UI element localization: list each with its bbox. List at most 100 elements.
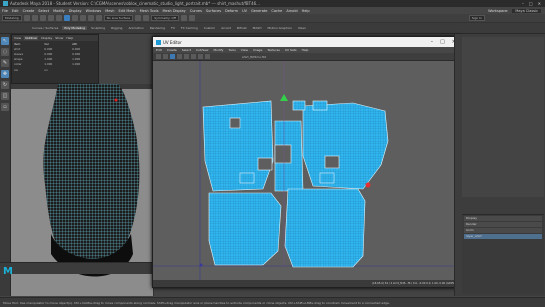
uv-menu-select[interactable]: Select (182, 48, 191, 52)
menu-surfaces[interactable]: Surfaces (206, 9, 221, 13)
new-scene-icon[interactable] (23, 15, 30, 21)
scale-tool-icon[interactable]: ◫ (1, 92, 9, 100)
lasso-tool-icon[interactable]: ◌ (1, 48, 9, 56)
live-surface-select[interactable]: No Live Surface (103, 15, 134, 21)
save-scene-icon[interactable] (39, 15, 46, 21)
outliner-tab-show[interactable]: Show (55, 36, 63, 40)
uv-menu-tools[interactable]: Tools (228, 48, 235, 52)
uv-canvas[interactable] (153, 61, 460, 281)
undo-icon[interactable] (47, 15, 54, 21)
menu-file[interactable]: File (2, 9, 8, 13)
symmetry-select[interactable]: Symmetry: Off (151, 15, 179, 21)
menu-modify[interactable]: Modify (53, 9, 65, 13)
minimize-icon[interactable]: – (431, 39, 434, 45)
uv-checker-icon[interactable] (177, 54, 182, 59)
select-object-icon[interactable] (71, 15, 78, 21)
channel-box[interactable] (462, 37, 544, 197)
uv-gamma-icon[interactable] (205, 54, 210, 59)
render-view-icon[interactable] (180, 15, 187, 21)
shelf-tab-arnold[interactable]: Arnold (219, 26, 233, 30)
shelf-tab-rendering[interactable]: Rendering (148, 26, 167, 30)
uv-image-icon[interactable] (191, 54, 196, 59)
uv-grid-icon[interactable] (156, 54, 161, 59)
menu-arnold[interactable]: Arnold (286, 9, 297, 13)
shelf-tab-poly[interactable]: Poly Modeling (62, 26, 88, 30)
shelf-tab-bifrost[interactable]: Bifrost (235, 26, 249, 30)
snap-curve-icon[interactable] (95, 15, 102, 21)
last-tool-icon[interactable]: ▫ (1, 103, 9, 111)
select-hierarchy-icon[interactable] (63, 15, 70, 21)
shelf-tab-fx[interactable]: FX (169, 26, 177, 30)
menu-create[interactable]: Create (23, 9, 35, 13)
snap-grid-icon[interactable] (87, 15, 94, 21)
close-icon[interactable]: ✕ (538, 1, 541, 6)
outliner-tab-help[interactable]: Help (66, 36, 73, 40)
uv-frame-icon[interactable] (163, 54, 168, 59)
shelf-tab-mash[interactable]: MASH (251, 26, 264, 30)
uv-menu-help[interactable]: Help (302, 48, 309, 52)
workspace-select[interactable]: Maya Classic (512, 8, 541, 13)
render-icon[interactable] (143, 15, 150, 21)
layer-item[interactable]: layer_shirt (464, 234, 542, 239)
table-row[interactable]: vis on (12, 67, 98, 72)
rotate-tool-icon[interactable]: ↻ (1, 81, 9, 89)
outliner-tab-display[interactable]: Display (41, 36, 52, 40)
move-tool-icon[interactable]: ✥ (1, 70, 9, 78)
manipulator-handle[interactable] (365, 182, 371, 188)
menu-cache[interactable]: Cache (271, 9, 282, 13)
uv-menu-cut-sew[interactable]: Cut/Sew (196, 48, 208, 52)
uv-exposure-icon[interactable] (198, 54, 203, 59)
shelf-tab-rigging[interactable]: Rigging (109, 26, 124, 30)
menu-curves[interactable]: Curves (190, 9, 202, 13)
shelf-tab-xgen[interactable]: XGen (296, 26, 308, 30)
shelf-tab-custom[interactable]: Custom (202, 26, 218, 30)
maximize-icon[interactable]: □ (440, 39, 445, 45)
open-scene-icon[interactable] (31, 15, 38, 21)
outliner-tab-view[interactable]: View (14, 36, 21, 40)
redo-icon[interactable] (55, 15, 62, 21)
ipr-icon[interactable] (188, 15, 195, 21)
time-slider[interactable] (0, 262, 154, 274)
uv-menu-textures[interactable]: Textures (267, 48, 280, 52)
outliner-tab-outliner[interactable]: Outliner (24, 36, 39, 40)
menu-mesh[interactable]: Mesh (105, 9, 114, 13)
uv-menu-edit[interactable]: Edit (156, 48, 162, 52)
menu-generate[interactable]: Generate (251, 9, 267, 13)
shelf-tab-curves[interactable]: Curves / Surfaces (30, 26, 60, 30)
select-component-icon[interactable] (79, 15, 86, 21)
uv-texture-file[interactable]: shirt_fbt5mu.fbt (242, 55, 266, 59)
uv-menu-uv-sets[interactable]: UV Sets (285, 48, 297, 52)
history-icon[interactable] (135, 15, 142, 21)
minimize-icon[interactable]: – (522, 1, 524, 6)
shelf-tab-fx-caching[interactable]: FX Caching (179, 26, 200, 30)
menu-help[interactable]: Help (302, 9, 310, 13)
shelf-tab-motion-graphics[interactable]: Motion Graphics (265, 26, 293, 30)
menu-deform[interactable]: Deform (225, 9, 238, 13)
uv-distortion-icon[interactable] (184, 54, 189, 59)
uv-shaded-icon[interactable] (170, 54, 175, 59)
select-tool-icon[interactable]: ↖ (1, 37, 9, 45)
menu-display[interactable]: Display (69, 9, 82, 13)
uv-menu-view[interactable]: View (241, 48, 248, 52)
menu-windows[interactable]: Windows (86, 9, 102, 13)
uv-menu-image[interactable]: Image (253, 48, 262, 52)
menu-uv[interactable]: UV (242, 9, 247, 13)
sign-in-button[interactable]: Sign In (468, 15, 485, 21)
menu-select[interactable]: Select (38, 9, 49, 13)
move-manipulator-up[interactable] (280, 94, 288, 101)
maximize-icon[interactable]: □ (529, 1, 533, 6)
uv-editor-titlebar[interactable]: UV Editor – □ ✕ (153, 37, 460, 47)
uv-menu-create[interactable]: Create (167, 48, 177, 52)
menu-mesh-display[interactable]: Mesh Display (163, 9, 186, 13)
menu-mesh-tools[interactable]: Mesh Tools (140, 9, 159, 13)
menu-set-select[interactable]: Modeling (2, 15, 22, 21)
layer-tab-display[interactable]: Display (464, 216, 542, 221)
shelf-tab-sculpting[interactable]: Sculpting (89, 26, 107, 30)
uv-menu-modify[interactable]: Modify (213, 48, 223, 52)
paint-select-icon[interactable]: ✎ (1, 59, 9, 67)
layer-tab-anim[interactable]: Anim (464, 228, 542, 233)
menu-edit-mesh[interactable]: Edit Mesh (118, 9, 135, 13)
layer-tab-render[interactable]: Render (464, 222, 542, 227)
shelf-tab-animation[interactable]: Animation (126, 26, 145, 30)
menu-edit[interactable]: Edit (12, 9, 19, 13)
